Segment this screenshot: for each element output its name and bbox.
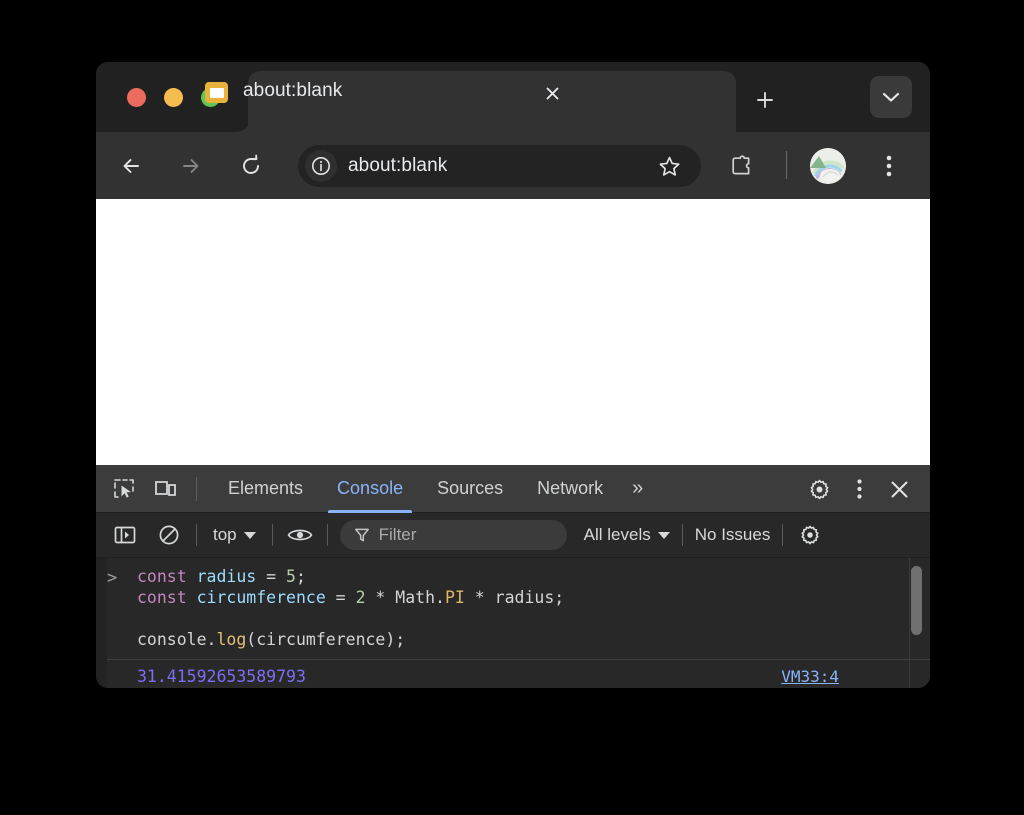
console-toolbar-divider-1	[196, 524, 197, 546]
site-info-icon[interactable]	[305, 150, 337, 182]
tab-elements[interactable]: Elements	[211, 465, 320, 513]
window-close-button[interactable]	[127, 88, 146, 107]
code-token: (circumference);	[246, 630, 406, 649]
tab-sources[interactable]: Sources	[420, 465, 520, 513]
code-token: log	[216, 630, 247, 649]
issues-status-badge[interactable]: No Issues	[695, 525, 771, 545]
tab-favicon-icon	[205, 82, 228, 103]
tab-list-button[interactable]	[870, 76, 912, 118]
code-token: const	[137, 588, 187, 607]
device-toolbar-icon[interactable]	[150, 473, 182, 505]
console-filter-placeholder: Filter	[378, 525, 417, 544]
code-token: 2	[355, 588, 366, 607]
page-viewport[interactable]	[96, 199, 930, 465]
reload-button[interactable]	[231, 146, 271, 186]
tab-strip: about:blank	[96, 62, 930, 132]
code-token: radius	[196, 567, 257, 586]
toolbar-divider	[786, 151, 787, 179]
extensions-puzzle-icon[interactable]	[723, 148, 759, 184]
inspect-element-icon[interactable]	[108, 473, 140, 505]
code-token: const	[137, 567, 187, 586]
new-tab-button[interactable]	[749, 84, 781, 116]
tab-console[interactable]: Console	[320, 465, 420, 513]
more-panels-chevron-icon[interactable]: »	[620, 465, 655, 513]
forward-button[interactable]	[171, 146, 211, 186]
console-gutter	[96, 558, 107, 688]
console-message-area[interactable]: > const radius = 5; const circumference …	[96, 558, 930, 688]
code-token: * Math.	[365, 588, 445, 607]
devtools-more-options-icon[interactable]	[842, 472, 876, 506]
arrow-right-icon	[183, 158, 199, 173]
tab-title: about:blank	[243, 80, 343, 101]
code-token: * radius;	[464, 588, 565, 607]
arrow-left-icon	[123, 158, 139, 173]
code-token: 5	[286, 567, 296, 586]
code-token: ;	[295, 567, 306, 586]
console-context-value: top	[213, 525, 237, 544]
code-token: circumference	[196, 588, 326, 607]
code-line-4: console.log(circumference);	[107, 629, 916, 650]
code-token: console.	[137, 630, 217, 649]
console-scrollbar[interactable]	[909, 558, 924, 688]
console-toolbar-divider-4	[681, 524, 683, 546]
console-scrollbar-thumb[interactable]	[911, 566, 922, 635]
tab-close-button[interactable]	[539, 80, 565, 106]
console-filter-input[interactable]: Filter	[339, 520, 567, 550]
devtools-toolbar-divider	[196, 476, 197, 501]
code-token: =	[256, 567, 287, 586]
code-token: PI	[444, 588, 465, 607]
back-button[interactable]	[111, 146, 151, 186]
console-toolbar-divider-3	[326, 524, 328, 546]
devtools-settings-gear-icon[interactable]	[802, 472, 836, 506]
profile-avatar[interactable]	[810, 148, 846, 184]
console-output-row[interactable]: 31.41592653589793 VM33:4	[107, 659, 930, 688]
filter-funnel-icon	[354, 528, 369, 542]
console-toolbar-divider-5	[782, 524, 784, 546]
console-log-level-selector[interactable]: All levels	[584, 525, 670, 545]
bookmark-star-icon[interactable]	[637, 145, 701, 187]
tab-network[interactable]: Network	[520, 465, 620, 513]
devtools-close-icon[interactable]	[882, 472, 916, 506]
tab-shoulder-left	[228, 110, 250, 132]
navigation-toolbar: about:blank	[96, 132, 930, 199]
chevron-down-icon	[657, 531, 670, 539]
devtools-tabbar-actions	[802, 465, 930, 513]
browser-window: about:blank about:blank Elements Console…	[96, 62, 930, 688]
console-sidebar-toggle-icon[interactable]	[110, 520, 140, 550]
live-expression-eye-icon[interactable]	[285, 520, 315, 550]
chevron-down-icon	[243, 531, 256, 539]
code-token: =	[325, 588, 356, 607]
chevron-down-icon	[882, 92, 900, 102]
console-settings-gear-icon[interactable]	[795, 520, 825, 550]
console-context-selector[interactable]: top	[209, 525, 260, 545]
devtools-panel: Elements Console Sources Network » top F…	[96, 465, 930, 688]
clear-console-icon[interactable]	[154, 520, 184, 550]
address-bar-url[interactable]: about:blank	[348, 155, 447, 177]
window-minimize-button[interactable]	[164, 88, 183, 107]
browser-menu-icon[interactable]	[871, 147, 907, 185]
devtools-panel-tabs: Elements Console Sources Network »	[211, 465, 655, 513]
console-toolbar-divider-2	[271, 524, 273, 546]
console-log-level-value: All levels	[583, 525, 651, 544]
devtools-tabbar: Elements Console Sources Network »	[96, 465, 930, 513]
console-output-value: 31.41592653589793	[137, 666, 306, 686]
console-input-echo[interactable]: const radius = 5; const circumference = …	[107, 558, 916, 654]
code-line-2: const circumference = 2 * Math.PI * radi…	[107, 587, 916, 608]
console-toolbar: top Filter All levels No Issues	[96, 513, 930, 558]
reload-icon	[243, 154, 259, 174]
code-line-1: const radius = 5;	[107, 566, 916, 587]
console-output-source-link[interactable]: VM33:4	[781, 667, 839, 686]
